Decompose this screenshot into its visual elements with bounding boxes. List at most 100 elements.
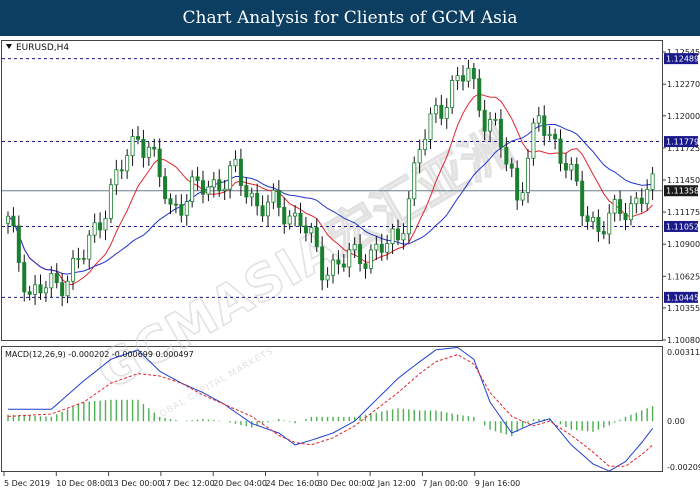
candle-body [71,258,76,282]
candle-body [563,162,568,171]
candle-body [157,148,162,178]
macd-tick-label: -0.002097 [667,463,700,472]
candle-body [358,244,363,265]
candle-body [471,67,476,80]
price-tick-label: 1.11450 [667,176,700,185]
candle-body [38,284,43,294]
candle-body [596,217,601,232]
candle-body [206,186,211,195]
time-tick-label: 13 Dec 00:00 [109,479,163,488]
chart-svg: GCMASIA宏汇亚洲 GLOBAL CAPITAL MARKETS 1.125… [0,36,700,500]
candle-body [222,188,227,191]
candle-body [260,205,265,217]
candle-body [33,284,38,295]
candle-body [612,199,617,214]
price-tick-label: 1.12000 [667,112,700,121]
price-tick-label: 1.10900 [667,240,700,249]
candle-body [395,228,400,241]
candle-body [125,155,130,172]
candle-body [173,203,178,206]
candle-body [547,133,552,136]
time-tick-label: 5 Dec 2019 [4,479,50,488]
candle-body [569,164,574,171]
candle-body [368,249,373,269]
candle-body [325,274,330,281]
candle-body [152,146,157,150]
candle-body [450,80,455,108]
level-label: 1.11052 [666,222,699,231]
candle-body [49,273,54,289]
candle-body [190,176,195,203]
candle-body [650,173,655,190]
candle-body [54,273,59,284]
candle-body [135,136,140,140]
candle-body [379,243,384,253]
candle-body [217,179,222,191]
price-tick-label: 1.10625 [667,272,700,281]
candle-body [580,180,585,217]
candle-body [314,227,319,248]
candle-body [498,118,503,148]
candle-body [585,215,590,222]
time-tick-label: 10 Dec 08:00 [56,479,110,488]
candle-body [130,136,135,157]
candle-body [298,212,303,227]
candle-body [276,189,281,208]
symbol-label: EURUSD,H4 [16,43,69,53]
candle-body [406,198,411,235]
time-tick-label: 24 Dec 16:00 [266,479,320,488]
price-tick-label: 1.11175 [667,208,700,217]
candle-body [493,118,498,121]
candle-body [439,104,444,119]
candle-body [477,78,482,111]
candle-body [163,176,168,200]
candle-body [119,169,124,172]
candle-body [27,291,32,295]
candle-body [16,225,21,263]
candle-body [352,244,357,251]
candle-body [412,162,417,200]
candle-body [287,215,292,225]
time-tick-label: 30 Dec 00:00 [318,479,372,488]
candle-body [639,197,644,204]
candle-body [341,263,346,268]
candle-body [509,163,514,169]
candle-body [146,146,151,158]
candle-body [336,259,341,265]
candle-body [618,199,623,214]
candle-body [601,231,606,235]
price-tick-label: 1.12270 [667,80,700,89]
candle-body [255,192,260,207]
candle-body [374,243,379,251]
candle-body [634,197,639,205]
macd-label: MACD(12,26,9) -0.000202 -0.000699 0.0004… [5,350,194,359]
candle-body [282,206,287,225]
macd-tick-label: 0.00 [667,417,685,426]
candle-body [390,228,395,244]
time-tick-label: 20 Dec 04:00 [213,479,267,488]
candle-body [542,115,547,136]
current-price-label: 1.11358 [666,187,699,196]
candle-body [482,109,487,132]
candle-body [249,192,254,198]
price-tick-label: 1.10355 [667,304,700,313]
candle-body [515,167,520,201]
candle-body [233,158,238,167]
level-label: 1.10445 [666,293,699,302]
candle-body [466,67,471,82]
candle-body [184,201,189,216]
candle-body [363,263,368,269]
time-tick-label: 17 Dec 12:00 [161,479,215,488]
candle-body [303,225,308,234]
candle-body [645,189,650,204]
candle-body [460,75,465,82]
candle-body [536,115,541,124]
candle-body [433,104,438,115]
candle-body [211,179,216,188]
candle-body [330,259,335,276]
candle-body [623,213,628,221]
candle-body [531,122,536,159]
candle-body [271,189,276,203]
candle-body [92,222,97,236]
candle-body [417,149,422,164]
